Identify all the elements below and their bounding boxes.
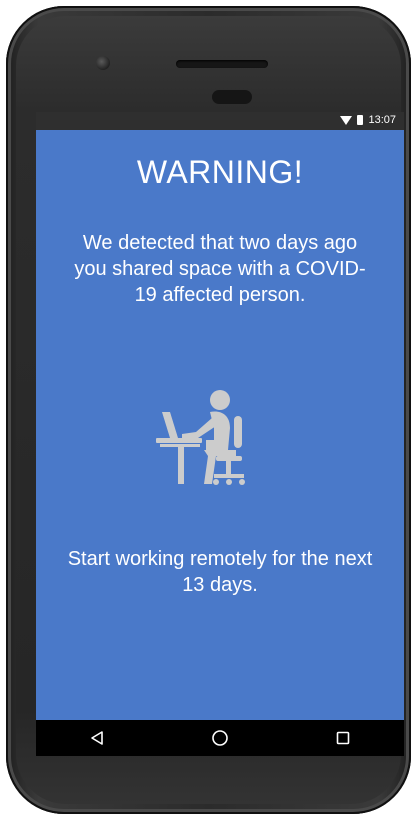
status-time: 13:07	[368, 114, 396, 126]
front-camera-icon	[96, 56, 110, 70]
proximity-sensor	[212, 90, 252, 104]
screen: 13:07 WARNING! We detected that two days…	[36, 112, 404, 756]
warning-content: WARNING! We detected that two days ago y…	[36, 130, 404, 720]
home-icon	[212, 730, 228, 746]
navigation-bar	[36, 720, 404, 756]
battery-icon	[357, 115, 364, 125]
warning-title: WARNING!	[136, 154, 304, 190]
earpiece-speaker	[176, 60, 268, 68]
person-working-at-desk-icon	[156, 388, 256, 486]
exposure-message: We detected that two days ago you shared…	[74, 232, 366, 306]
recents-icon	[336, 731, 349, 745]
status-bar: 13:07	[36, 112, 404, 130]
remote-work-advice: Start working remotely for the next 13 d…	[67, 548, 373, 596]
wifi-icon	[340, 115, 353, 125]
recents-button[interactable]	[323, 720, 363, 756]
back-button[interactable]	[77, 720, 117, 756]
back-icon	[91, 731, 104, 745]
status-icons: 13:07	[340, 114, 396, 126]
home-button[interactable]	[200, 720, 240, 756]
phone-frame: 13:07 WARNING! We detected that two days…	[6, 6, 411, 814]
